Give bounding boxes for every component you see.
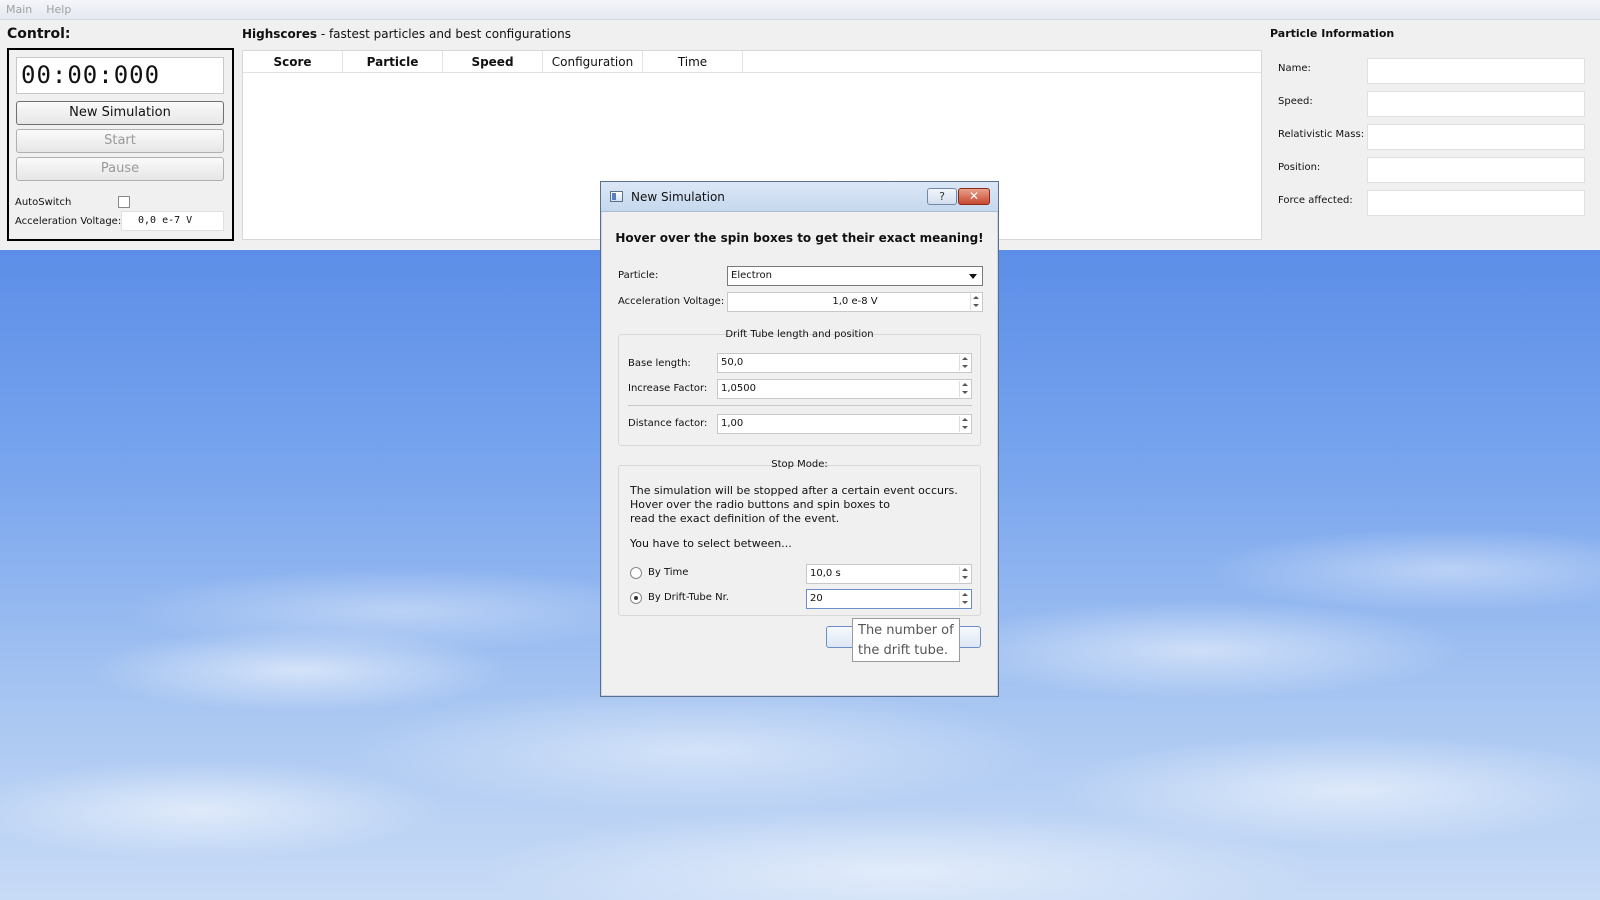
spin-arrows-icon[interactable]: [959, 381, 970, 397]
force-affected-label: Force affected:: [1278, 195, 1353, 206]
column-header-time[interactable]: Time: [643, 51, 743, 72]
highscores-title: Highscores - fastest particles and best …: [242, 27, 571, 41]
stop-description-line: Hover over the radio buttons and spin bo…: [630, 498, 890, 511]
tooltip-line: the drift tube.: [858, 643, 948, 658]
speed-field: [1367, 91, 1585, 117]
by-drift-tube-label[interactable]: By Drift-Tube Nr.: [648, 592, 729, 603]
control-panel: 00:00:000 New Simulation Start Pause Aut…: [7, 48, 234, 241]
position-label: Position:: [1278, 162, 1321, 173]
spin-arrows-icon[interactable]: [959, 566, 970, 582]
new-simulation-dialog: New Simulation ? ✕ Hover over the spin b…: [600, 181, 999, 697]
increase-factor-value: 1,0500: [721, 383, 756, 394]
particle-info-title: Particle Information: [1270, 27, 1395, 40]
close-button[interactable]: ✕: [958, 188, 990, 205]
base-length-label: Base length:: [628, 358, 691, 369]
stop-mode-description: The simulation will be stopped after a c…: [630, 484, 958, 526]
spin-arrows-icon[interactable]: [959, 355, 970, 371]
drift-tube-tooltip: The number of the drift tube.: [852, 618, 960, 662]
name-field: [1367, 58, 1585, 84]
menu-bar: Main Help: [0, 0, 1600, 20]
help-button[interactable]: ?: [927, 188, 957, 205]
chevron-down-icon: [969, 274, 977, 279]
by-time-value: 10,0 s: [810, 568, 841, 579]
tooltip-line: The number of: [858, 623, 954, 638]
spin-arrows-icon[interactable]: [959, 591, 970, 607]
distance-factor-value: 1,00: [721, 418, 744, 429]
particle-select-value: Electron: [731, 270, 773, 281]
column-header-speed[interactable]: Speed: [443, 51, 543, 72]
speed-label: Speed:: [1278, 96, 1313, 107]
name-label: Name:: [1278, 63, 1311, 74]
position-field: [1367, 157, 1585, 183]
stop-select-text: You have to select between...: [630, 537, 792, 550]
window-icon: [610, 191, 623, 202]
spin-arrows-icon[interactable]: [959, 416, 970, 432]
column-header-score[interactable]: Score: [243, 51, 343, 72]
base-length-value: 50,0: [721, 357, 744, 368]
new-simulation-button[interactable]: New Simulation: [16, 101, 224, 125]
by-drift-tube-spinbox[interactable]: 20: [806, 589, 972, 609]
column-header-configuration[interactable]: Configuration: [543, 51, 643, 72]
divider: [628, 405, 972, 406]
column-header-particle[interactable]: Particle: [343, 51, 443, 72]
base-length-spinbox[interactable]: 50,0: [717, 353, 972, 373]
stop-description-line: read the exact definition of the event.: [630, 512, 840, 525]
timer-display: 00:00:000: [16, 57, 224, 94]
dialog-titlebar[interactable]: New Simulation ? ✕: [601, 182, 998, 212]
particle-label: Particle:: [618, 270, 659, 281]
dialog-title: New Simulation: [631, 190, 725, 204]
acceleration-voltage-value: 1,0 e-8 V: [832, 296, 878, 307]
increase-factor-label: Increase Factor:: [628, 383, 708, 394]
autoswitch-checkbox[interactable]: [118, 196, 130, 208]
stop-mode-group-title: Stop Mode:: [771, 459, 828, 470]
dialog-hint: Hover over the spin boxes to get their e…: [615, 231, 984, 245]
force-affected-field: [1367, 190, 1585, 216]
acceleration-voltage-display: 0,0 e-7 V: [121, 211, 224, 231]
acceleration-voltage-label: Acceleration Voltage:: [15, 216, 122, 227]
acceleration-voltage-spinbox[interactable]: 1,0 e-8 V: [727, 292, 983, 312]
menu-help[interactable]: Help: [46, 3, 71, 16]
relativistic-mass-label: Relativistic Mass:: [1278, 129, 1365, 140]
distance-factor-spinbox[interactable]: 1,00: [717, 414, 972, 434]
spin-arrows-icon[interactable]: [970, 294, 981, 310]
start-button[interactable]: Start: [16, 129, 224, 153]
relativistic-mass-field: [1367, 124, 1585, 150]
by-time-label[interactable]: By Time: [648, 567, 688, 578]
increase-factor-spinbox[interactable]: 1,0500: [717, 379, 972, 399]
by-drift-tube-radio[interactable]: [630, 592, 642, 604]
autoswitch-label: AutoSwitch: [15, 197, 72, 208]
by-time-spinbox[interactable]: 10,0 s: [806, 564, 972, 584]
distance-factor-label: Distance factor:: [628, 418, 708, 429]
control-title: Control:: [7, 26, 71, 42]
particle-select[interactable]: Electron: [727, 266, 983, 286]
highscores-subtitle: - fastest particles and best configurati…: [317, 27, 571, 41]
by-time-radio[interactable]: [630, 567, 642, 579]
highscores-heading: Highscores: [242, 27, 317, 41]
pause-button[interactable]: Pause: [16, 157, 224, 181]
by-drift-tube-value: 20: [810, 593, 823, 604]
menu-main[interactable]: Main: [6, 3, 32, 16]
highscores-header-row: Score Particle Speed Configuration Time: [243, 51, 1261, 73]
stop-description-line: The simulation will be stopped after a c…: [630, 484, 958, 497]
acceleration-voltage-label: Acceleration Voltage:: [618, 296, 725, 307]
drift-tube-group-title: Drift Tube length and position: [725, 329, 874, 340]
